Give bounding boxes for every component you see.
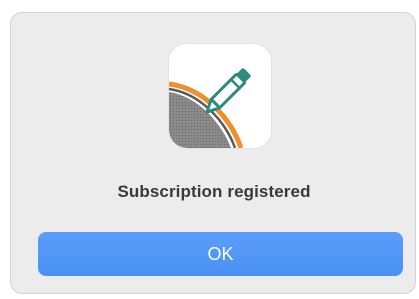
alert-dialog: Subscription registered OK: [10, 12, 416, 294]
app-pen-icon: [169, 44, 271, 148]
dialog-message: Subscription registered: [117, 182, 311, 201]
ok-button[interactable]: OK: [38, 232, 403, 276]
